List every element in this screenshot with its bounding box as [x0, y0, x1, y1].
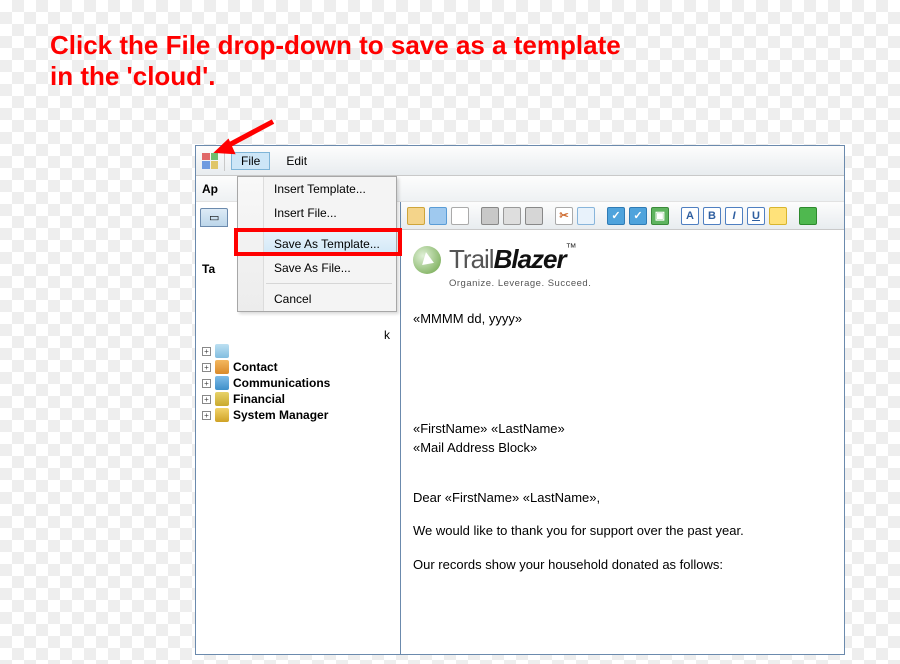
merge-name: «FirstName» «LastName»	[413, 419, 832, 439]
editor-pane: ✂ ✓ ✓ ▣ A B I U T	[401, 202, 844, 654]
image-icon[interactable]: ▣	[651, 207, 669, 225]
brand-mark-icon	[413, 246, 441, 274]
ribbon-label-cut: Ap	[202, 182, 218, 196]
menu-edit[interactable]: Edit	[276, 152, 317, 170]
annotation-line2: in the 'cloud'.	[50, 61, 621, 92]
brand-word2: Blazer	[494, 244, 566, 274]
expand-icon[interactable]: +	[202, 379, 211, 388]
save-icon[interactable]	[429, 207, 447, 225]
menu-separator	[266, 228, 392, 229]
expand-icon[interactable]: +	[202, 395, 211, 404]
menubar: File Edit	[196, 146, 844, 176]
tree-label: Financial	[233, 392, 285, 406]
tree-financial[interactable]: + Financial	[200, 391, 396, 407]
expand-icon[interactable]: +	[202, 363, 211, 372]
page-setup-icon[interactable]	[525, 207, 543, 225]
expand-icon[interactable]: +	[202, 411, 211, 420]
new-page-icon[interactable]	[451, 207, 469, 225]
tree-label: Communications	[233, 376, 330, 390]
merge-address: «Mail Address Block»	[413, 438, 832, 458]
toggle2-icon[interactable]: ✓	[629, 207, 647, 225]
bold-icon[interactable]: B	[703, 207, 721, 225]
tree-contact[interactable]: + Contact	[200, 359, 396, 375]
tree-system-manager[interactable]: + System Manager	[200, 407, 396, 423]
tab-cut[interactable]: ▭	[200, 208, 228, 227]
cut-icon[interactable]: ✂	[555, 207, 573, 225]
copy-icon[interactable]	[577, 207, 595, 225]
brand-word1: Trail	[449, 244, 494, 274]
brand-tm: ™	[566, 242, 576, 254]
tree-communications[interactable]: + Communications	[200, 375, 396, 391]
system-icon	[215, 408, 229, 422]
tab-label-cut: Ta	[202, 262, 215, 276]
print-preview-icon[interactable]	[503, 207, 521, 225]
brand-logo: TrailBlazer™	[413, 240, 832, 279]
font-icon[interactable]: A	[681, 207, 699, 225]
contact-icon	[215, 360, 229, 374]
communications-icon	[215, 376, 229, 390]
merge-date: «MMMM dd, yyyy»	[413, 309, 832, 329]
italic-icon[interactable]: I	[725, 207, 743, 225]
tree-label-cut: k	[384, 328, 390, 342]
file-dropdown: Insert Template... Insert File... Save A…	[237, 176, 397, 312]
folder-icon	[215, 344, 229, 358]
print-icon[interactable]	[481, 207, 499, 225]
application-window: File Edit Ap Insert Template... Insert F…	[195, 145, 845, 655]
instruction-annotation: Click the File drop-down to save as a te…	[50, 30, 621, 92]
menu-separator	[266, 283, 392, 284]
insert-field-icon[interactable]	[799, 207, 817, 225]
letter-body2: Our records show your household donated …	[413, 555, 832, 575]
annotation-line1: Click the File drop-down to save as a te…	[50, 30, 621, 61]
document-body[interactable]: TrailBlazer™ Organize. Leverage. Succeed…	[401, 230, 844, 654]
toggle1-icon[interactable]: ✓	[607, 207, 625, 225]
tree-row[interactable]: +	[200, 343, 396, 359]
editor-toolbar: ✂ ✓ ✓ ▣ A B I U	[401, 202, 844, 230]
letter-greeting: Dear «FirstName» «LastName»,	[413, 488, 832, 508]
tree-row[interactable]: k	[200, 327, 396, 343]
open-icon[interactable]	[407, 207, 425, 225]
highlight-icon[interactable]	[769, 207, 787, 225]
underline-icon[interactable]: U	[747, 207, 765, 225]
expand-icon[interactable]: +	[202, 347, 211, 356]
brand-tagline: Organize. Leverage. Succeed.	[449, 277, 832, 291]
tree-label: Contact	[233, 360, 278, 374]
financial-icon	[215, 392, 229, 406]
letter-body1: We would like to thank you for support o…	[413, 521, 832, 541]
tree-label: System Manager	[233, 408, 328, 422]
